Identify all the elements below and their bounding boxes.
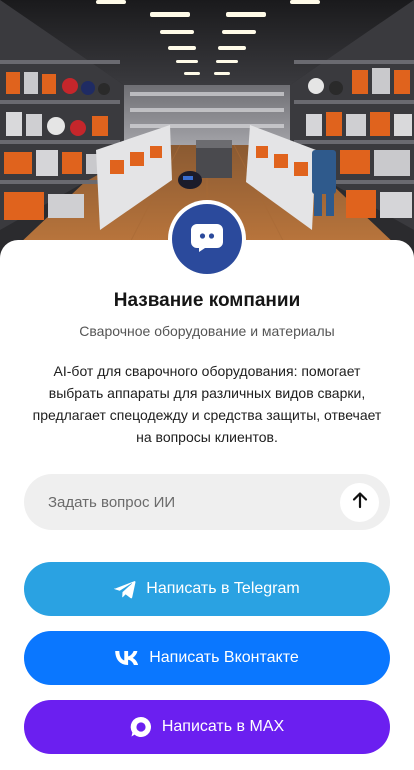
ask-ai-field — [24, 474, 390, 530]
company-name: Название компании — [113, 290, 301, 311]
arrow-up-icon — [352, 491, 368, 514]
max-button[interactable]: Написать в MAX — [24, 700, 390, 754]
telegram-icon — [114, 580, 136, 599]
company-description: AI-бот для сварочного оборудования: помо… — [32, 363, 382, 445]
chat-bot-icon — [190, 222, 224, 257]
max-button-label: Написать в MAX — [161, 718, 285, 735]
vk-button[interactable]: Написать Вконтакте — [24, 631, 390, 685]
max-icon — [130, 716, 152, 738]
telegram-button[interactable]: Написать в Telegram — [24, 562, 390, 616]
vk-button-label: Написать Вконтакте — [149, 649, 299, 666]
company-subtitle: Сварочное оборудование и материалы — [79, 323, 335, 339]
ask-ai-input[interactable] — [48, 474, 348, 530]
avatar — [172, 204, 242, 274]
vk-icon — [115, 651, 139, 665]
telegram-button-label: Написать в Telegram — [146, 580, 300, 597]
send-button[interactable] — [340, 483, 379, 522]
